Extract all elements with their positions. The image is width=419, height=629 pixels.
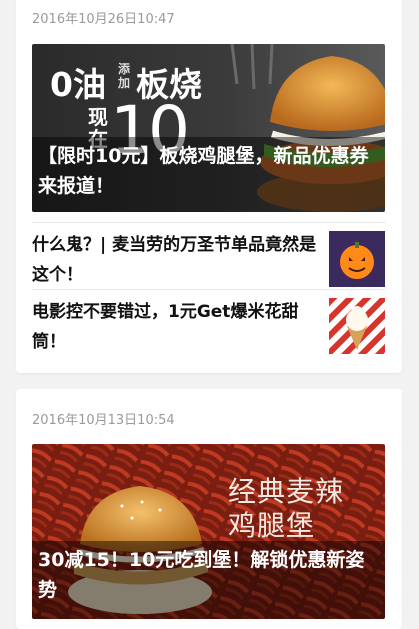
article-thumbnail[interactable]: [329, 298, 385, 354]
article-card: 2016年10月13日10:54 经典麦辣 鸡腿堡 30减15！10元吃到堡！解…: [16, 389, 402, 629]
publish-timestamp: 2016年10月26日10:47: [32, 12, 175, 27]
ice-cream-cone-icon: [329, 298, 385, 354]
publish-timestamp: 2016年10月13日10:54: [32, 413, 175, 428]
article-card: 2016年10月26日10:47 0油 添加 板烧 现在 10 【限时10元】板…: [16, 0, 402, 373]
hero-title[interactable]: 30减15！10元吃到堡！解锁优惠新姿势: [38, 545, 379, 605]
list-item[interactable]: 电影控不要错过，1元Get爆米花甜筒！: [32, 289, 385, 356]
halloween-pumpkin-icon: [329, 231, 385, 287]
list-item[interactable]: 什么鬼？| 麦当劳的万圣节单品竟然是这个！: [32, 222, 385, 289]
hero-article[interactable]: 0油 添加 板烧 现在 10 【限时10元】板烧鸡腿堡，新品优惠券来报道！: [32, 44, 385, 212]
article-title[interactable]: 什么鬼？| 麦当劳的万圣节单品竟然是这个！: [32, 230, 317, 290]
hero-title[interactable]: 【限时10元】板烧鸡腿堡，新品优惠券来报道！: [38, 141, 379, 201]
article-thumbnail[interactable]: [329, 231, 385, 287]
hero-article[interactable]: 经典麦辣 鸡腿堡 30减15！10元吃到堡！解锁优惠新姿势: [32, 444, 385, 619]
article-title[interactable]: 电影控不要错过，1元Get爆米花甜筒！: [32, 297, 317, 357]
